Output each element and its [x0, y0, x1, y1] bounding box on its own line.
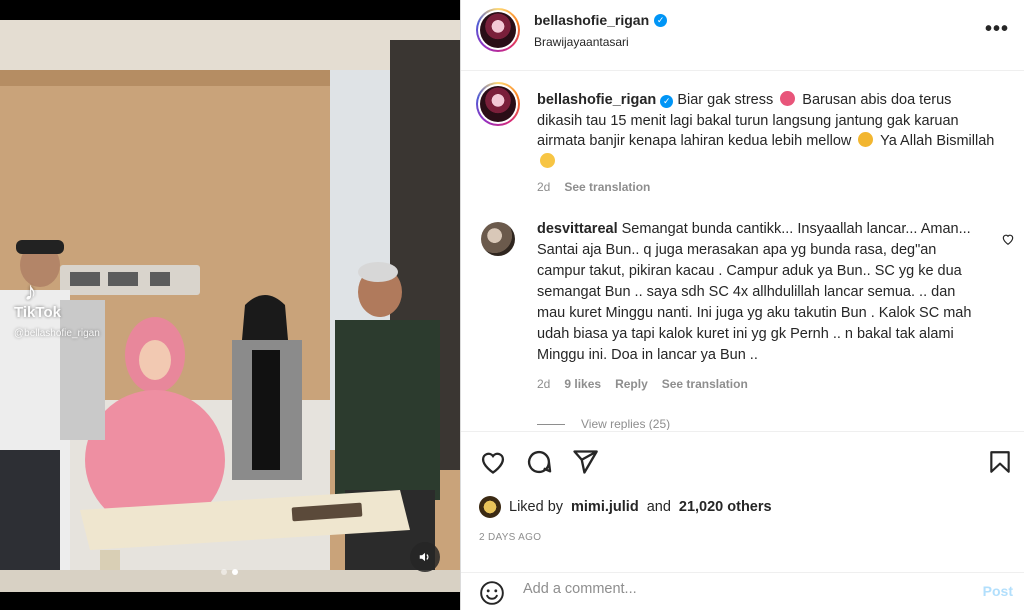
replies-divider-line [537, 423, 565, 425]
comment-meta: 2d 9 likes Reply See translation [537, 377, 748, 391]
post-date[interactable]: 2 DAYS AGO [479, 532, 541, 543]
liked-by-others[interactable]: 21,020 others [679, 499, 772, 515]
carousel-indicator [221, 569, 238, 575]
comment-bubble-icon[interactable] [525, 448, 553, 476]
caption-meta: 2d See translation [537, 180, 650, 194]
author-username-row[interactable]: bellashofie_rigan ✓ [534, 12, 668, 28]
caption-author-avatar[interactable] [476, 82, 520, 126]
post-media[interactable]: ♪ TikTok @bellashofie_rigan [0, 0, 460, 610]
liked-by-summary: Liked by mimi.julid and 21,020 others [479, 496, 772, 518]
view-replies-button[interactable]: View replies (25) [537, 417, 670, 430]
emoji-picker-icon[interactable] [479, 580, 505, 606]
commenter-avatar[interactable] [481, 222, 515, 256]
post-side-panel: bellashofie_rigan ✓ Brawijayaantasari ••… [460, 0, 1024, 610]
comment-reply-button[interactable]: Reply [615, 377, 648, 391]
post-header: bellashofie_rigan ✓ Brawijayaantasari ••… [461, 0, 1024, 71]
liked-by-and: and [646, 499, 671, 515]
liked-by-prefix: Liked by [509, 499, 564, 515]
save-bookmark-icon[interactable] [987, 448, 1013, 476]
caption-age[interactable]: 2d [537, 180, 550, 194]
verified-badge-icon: ✓ [660, 95, 674, 108]
tiktok-note-icon: ♪ [24, 276, 37, 306]
share-paper-plane-icon[interactable] [571, 448, 599, 476]
add-comment-bar: Post [461, 572, 1024, 610]
author-avatar[interactable] [476, 8, 520, 52]
more-options-icon[interactable]: ••• [985, 18, 1009, 41]
verified-badge-icon: ✓ [654, 13, 668, 27]
comment-like-heart-icon[interactable] [1001, 232, 1015, 246]
audio-toggle-button[interactable] [410, 542, 440, 572]
comment-see-translation-link[interactable]: See translation [662, 377, 748, 391]
caption-see-translation-link[interactable]: See translation [564, 180, 650, 194]
commenter-username[interactable]: desvittareal [537, 221, 618, 237]
comment-likes-count[interactable]: 9 likes [564, 377, 601, 391]
post-actions-section: Liked by mimi.julid and 21,020 others 2 … [461, 431, 1024, 610]
video-frame [0, 20, 460, 592]
like-heart-icon[interactable] [479, 448, 507, 476]
speaker-icon [419, 552, 429, 562]
face-emoji-icon [780, 91, 796, 106]
post-location[interactable]: Brawijayaantasari [534, 35, 629, 49]
liked-by-user[interactable]: mimi.julid [571, 499, 639, 515]
author-username[interactable]: bellashofie_rigan [534, 12, 649, 28]
tiktok-handle: @bellashofie_rigan [14, 328, 100, 339]
teary-face-emoji-icon [858, 132, 874, 147]
comment-text: Semangat bunda cantikk... Insyaallah lan… [537, 221, 972, 363]
view-replies-label[interactable]: View replies (25) [581, 417, 670, 430]
caption-username[interactable]: bellashofie_rigan [537, 92, 656, 108]
caption-text-3: Ya Allah Bismillah [880, 133, 995, 149]
post-caption: bellashofie_rigan ✓ Biar gak stress Baru… [537, 90, 997, 172]
carousel-dot [221, 569, 227, 575]
comment-age[interactable]: 2d [537, 377, 550, 391]
caption-text-1: Biar gak stress [677, 92, 774, 108]
tiktok-watermark: ♪ TikTok [14, 276, 61, 321]
halo-face-emoji-icon [540, 152, 555, 168]
comment-body: desvittareal Semangat bunda cantikk... I… [537, 219, 977, 366]
carousel-dot-active [232, 569, 238, 575]
liker-avatar[interactable] [479, 496, 501, 518]
comments-list[interactable]: bellashofie_rigan ✓ Biar gak stress Baru… [461, 72, 1024, 430]
post-comment-button[interactable]: Post [983, 583, 1013, 599]
add-comment-input[interactable] [523, 581, 943, 597]
